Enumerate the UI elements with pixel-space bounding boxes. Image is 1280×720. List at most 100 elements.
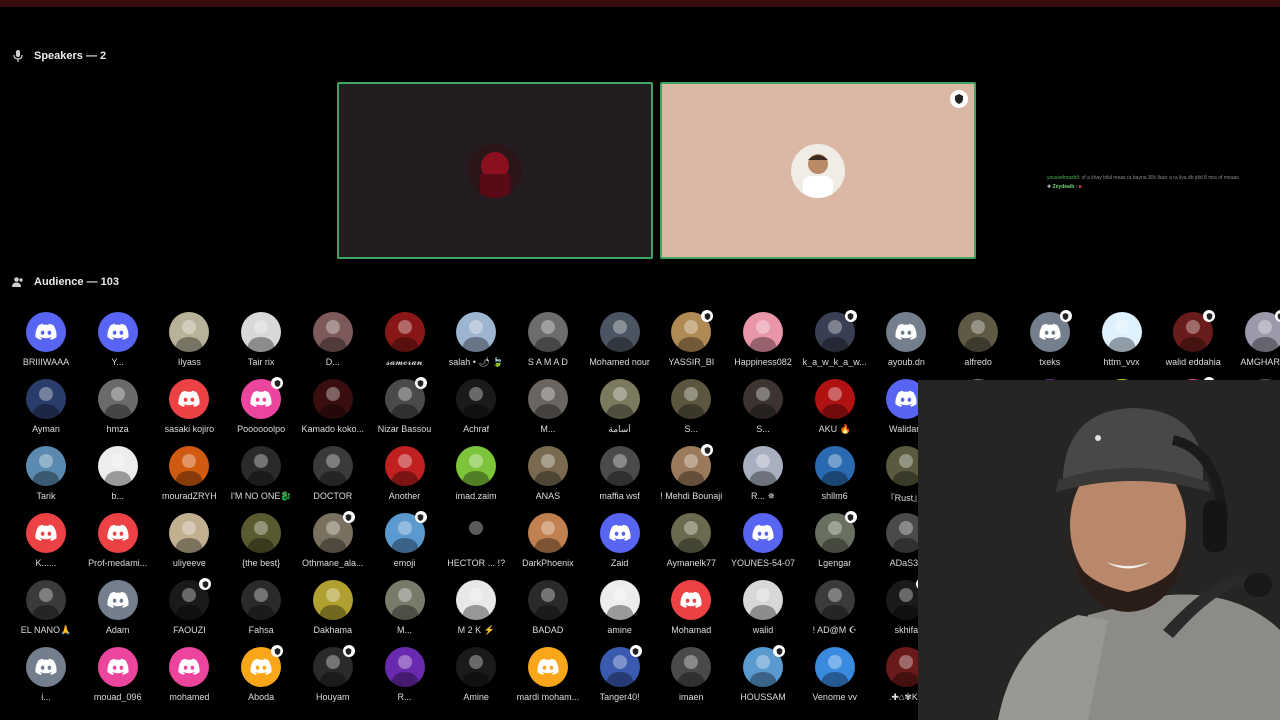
- audience-member[interactable]: Mohamed nour: [584, 312, 656, 376]
- member-name: YOUNES-54-07: [730, 558, 796, 568]
- audience-member[interactable]: {the best}: [225, 513, 297, 577]
- member-avatar: [743, 379, 783, 419]
- audience-member[interactable]: R...: [369, 647, 441, 711]
- audience-member[interactable]: ayoub.dn: [870, 312, 942, 376]
- audience-member[interactable]: Ayman: [10, 379, 82, 443]
- audience-member[interactable]: S...: [727, 379, 799, 443]
- audience-member[interactable]: K......: [10, 513, 82, 577]
- audience-member[interactable]: imaen: [655, 647, 727, 711]
- member-name: Nizar Bassou: [377, 424, 432, 434]
- audience-member[interactable]: Houyam: [297, 645, 369, 711]
- discord-logo-icon: [250, 390, 272, 407]
- audience-member[interactable]: HECTOR ... !?: [440, 513, 512, 577]
- member-name: M 2 K ⚡: [457, 625, 495, 635]
- audience-member[interactable]: alfredo: [942, 312, 1014, 376]
- audience-member[interactable]: Aboda: [225, 645, 297, 711]
- audience-member[interactable]: Adam: [82, 580, 154, 644]
- speaker-tile-2[interactable]: [660, 82, 976, 259]
- speaker-tile-1[interactable]: [337, 82, 653, 259]
- audience-member[interactable]: maffia wsf: [584, 446, 656, 510]
- audience-member[interactable]: amine: [584, 580, 656, 644]
- audience-member[interactable]: Venome vv: [799, 647, 871, 711]
- audience-member[interactable]: uliyeeve: [153, 513, 225, 577]
- audience-member[interactable]: walid eddahia: [1157, 310, 1229, 376]
- audience-member[interactable]: DOCTOR: [297, 446, 369, 510]
- audience-member[interactable]: S A M A D: [512, 312, 584, 376]
- audience-member[interactable]: Another: [369, 446, 441, 510]
- member-avatar: [384, 312, 425, 352]
- audience-member[interactable]: Kamado koko...: [297, 379, 369, 443]
- audience-member[interactable]: FAOUZI: [153, 578, 225, 644]
- member-avatar: [169, 379, 210, 419]
- member-avatar: [312, 511, 355, 553]
- audience-member[interactable]: Mohamad: [655, 580, 727, 644]
- audience-member[interactable]: BADAD: [512, 580, 584, 644]
- audience-member[interactable]: salah • 🌶 🍃: [440, 312, 512, 376]
- audience-member[interactable]: I'M NO ONE🐉: [225, 446, 297, 510]
- audience-member[interactable]: S...: [655, 379, 727, 443]
- audience-member[interactable]: Tanger40!: [584, 645, 656, 711]
- audience-member[interactable]: i...: [10, 647, 82, 711]
- audience-member[interactable]: BRIIIWAAA: [10, 312, 82, 376]
- audience-member[interactable]: k_a_w_k_a_w...: [799, 310, 871, 376]
- member-name: shllm6: [821, 491, 848, 501]
- audience-member[interactable]: hmza: [82, 379, 154, 443]
- audience-member[interactable]: Tair rix: [225, 312, 297, 376]
- audience-member[interactable]: emoji: [369, 511, 441, 577]
- audience-member[interactable]: Happiness082: [727, 312, 799, 376]
- audience-member[interactable]: Zaid: [584, 513, 656, 577]
- audience-member[interactable]: b...: [82, 446, 154, 510]
- audience-member[interactable]: Amine: [440, 647, 512, 711]
- audience-member[interactable]: httm_vvx: [1086, 312, 1158, 376]
- audience-member[interactable]: YOUNES-54-07: [727, 513, 799, 577]
- audience-member[interactable]: DarkPhoenix: [512, 513, 584, 577]
- member-avatar: [241, 377, 284, 419]
- audience-member[interactable]: mardi moham...: [512, 647, 584, 711]
- audience-member[interactable]: imad.zaim: [440, 446, 512, 510]
- audience-member[interactable]: Fahsa: [225, 580, 297, 644]
- audience-member[interactable]: mohamed: [153, 647, 225, 711]
- discord-logo-icon: [895, 323, 917, 340]
- audience-member[interactable]: YASSIR_BI: [655, 310, 727, 376]
- member-avatar: [743, 446, 783, 486]
- audience-member[interactable]: Lgengar: [799, 511, 871, 577]
- audience-member[interactable]: Tarik: [10, 446, 82, 510]
- moderator-badge-icon: [1203, 310, 1216, 322]
- audience-member[interactable]: M...: [369, 580, 441, 644]
- audience-member[interactable]: Dakhama: [297, 580, 369, 644]
- audience-member[interactable]: Aymanelk77: [655, 513, 727, 577]
- audience-member[interactable]: walid: [727, 580, 799, 644]
- member-name: Amine: [463, 692, 489, 702]
- audience-member[interactable]: AMGHAR-D: [1229, 310, 1280, 376]
- audience-member[interactable]: EL NANO🙏: [10, 580, 82, 644]
- audience-member[interactable]: txeks: [1014, 310, 1086, 376]
- audience-member[interactable]: 𝓼𝓪𝓶𝓸𝓻𝓪𝓷: [369, 312, 441, 376]
- member-name: mouad_096: [93, 692, 142, 702]
- audience-member[interactable]: ﺃﺳﺎﻣﺔ: [584, 379, 656, 443]
- audience-member[interactable]: Nizar Bassou: [369, 377, 441, 443]
- audience-member[interactable]: HOUSSAM: [727, 645, 799, 711]
- audience-member[interactable]: Poooooolpo: [225, 377, 297, 443]
- audience-member[interactable]: sasaki kojiro: [153, 379, 225, 443]
- member-name: Dakhama: [313, 625, 353, 635]
- audience-member[interactable]: R... ✵: [727, 446, 799, 510]
- audience-member[interactable]: ! Mehdi Bounaji: [655, 444, 727, 510]
- audience-member[interactable]: M 2 K ⚡: [440, 580, 512, 644]
- audience-member[interactable]: shllm6: [799, 446, 871, 510]
- audience-member[interactable]: AKU 🔥: [799, 379, 871, 443]
- audience-member[interactable]: Achraf: [440, 379, 512, 443]
- member-avatar: [599, 446, 640, 486]
- audience-member[interactable]: mouradZRYH: [153, 446, 225, 510]
- audience-member[interactable]: Othmane_ala...: [297, 511, 369, 577]
- audience-member[interactable]: ANAS: [512, 446, 584, 510]
- audience-member[interactable]: Ilyass: [153, 312, 225, 376]
- audience-member[interactable]: Y...: [82, 312, 154, 376]
- discord-logo-icon: [107, 524, 129, 541]
- moderator-badge-icon: [701, 444, 714, 456]
- audience-member[interactable]: M...: [512, 379, 584, 443]
- moderator-badge-icon: [1059, 310, 1072, 322]
- audience-member[interactable]: ! AD@M ☪: [799, 580, 871, 644]
- audience-member[interactable]: Prof-medami...: [82, 513, 154, 577]
- audience-member[interactable]: mouad_096: [82, 647, 154, 711]
- audience-member[interactable]: D...: [297, 312, 369, 376]
